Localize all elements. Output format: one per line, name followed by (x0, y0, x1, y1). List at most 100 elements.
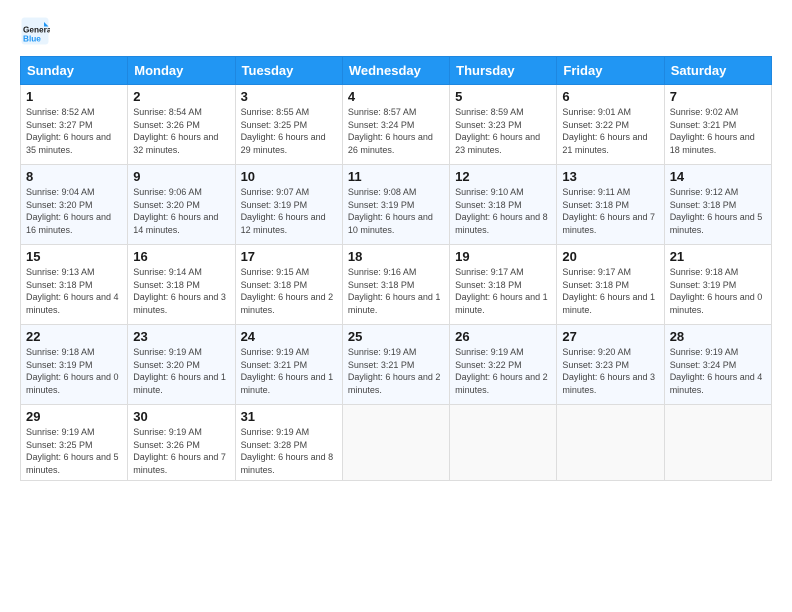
day-number: 3 (241, 89, 337, 104)
day-number: 9 (133, 169, 229, 184)
day-info: Sunrise: 9:19 AMSunset: 3:25 PMDaylight:… (26, 427, 119, 475)
day-number: 29 (26, 409, 122, 424)
day-info: Sunrise: 9:14 AMSunset: 3:18 PMDaylight:… (133, 267, 226, 315)
calendar-cell: 14 Sunrise: 9:12 AMSunset: 3:18 PMDaylig… (664, 165, 771, 245)
day-info: Sunrise: 9:13 AMSunset: 3:18 PMDaylight:… (26, 267, 119, 315)
header: General Blue (20, 16, 772, 46)
day-info: Sunrise: 9:19 AMSunset: 3:26 PMDaylight:… (133, 427, 226, 475)
day-number: 10 (241, 169, 337, 184)
calendar-week-row: 15 Sunrise: 9:13 AMSunset: 3:18 PMDaylig… (21, 245, 772, 325)
calendar-week-row: 8 Sunrise: 9:04 AMSunset: 3:20 PMDayligh… (21, 165, 772, 245)
day-info: Sunrise: 8:57 AMSunset: 3:24 PMDaylight:… (348, 107, 433, 155)
calendar-header-sunday: Sunday (21, 57, 128, 85)
calendar-cell: 30 Sunrise: 9:19 AMSunset: 3:26 PMDaylig… (128, 405, 235, 481)
day-info: Sunrise: 9:19 AMSunset: 3:24 PMDaylight:… (670, 347, 763, 395)
day-number: 20 (562, 249, 658, 264)
day-info: Sunrise: 9:15 AMSunset: 3:18 PMDaylight:… (241, 267, 334, 315)
calendar-cell: 31 Sunrise: 9:19 AMSunset: 3:28 PMDaylig… (235, 405, 342, 481)
day-number: 22 (26, 329, 122, 344)
day-number: 31 (241, 409, 337, 424)
day-info: Sunrise: 9:19 AMSunset: 3:21 PMDaylight:… (241, 347, 334, 395)
day-number: 26 (455, 329, 551, 344)
day-info: Sunrise: 9:16 AMSunset: 3:18 PMDaylight:… (348, 267, 441, 315)
day-info: Sunrise: 9:02 AMSunset: 3:21 PMDaylight:… (670, 107, 755, 155)
calendar-header-saturday: Saturday (664, 57, 771, 85)
calendar-cell: 9 Sunrise: 9:06 AMSunset: 3:20 PMDayligh… (128, 165, 235, 245)
calendar-cell: 15 Sunrise: 9:13 AMSunset: 3:18 PMDaylig… (21, 245, 128, 325)
calendar-cell: 5 Sunrise: 8:59 AMSunset: 3:23 PMDayligh… (450, 85, 557, 165)
day-info: Sunrise: 9:19 AMSunset: 3:28 PMDaylight:… (241, 427, 334, 475)
logo-icon: General Blue (20, 16, 50, 46)
day-info: Sunrise: 9:19 AMSunset: 3:20 PMDaylight:… (133, 347, 226, 395)
day-number: 21 (670, 249, 766, 264)
day-info: Sunrise: 8:55 AMSunset: 3:25 PMDaylight:… (241, 107, 326, 155)
calendar-cell (450, 405, 557, 481)
calendar-cell: 25 Sunrise: 9:19 AMSunset: 3:21 PMDaylig… (342, 325, 449, 405)
calendar-cell: 18 Sunrise: 9:16 AMSunset: 3:18 PMDaylig… (342, 245, 449, 325)
day-number: 19 (455, 249, 551, 264)
day-number: 17 (241, 249, 337, 264)
day-number: 7 (670, 89, 766, 104)
day-info: Sunrise: 9:11 AMSunset: 3:18 PMDaylight:… (562, 187, 655, 235)
calendar-cell: 13 Sunrise: 9:11 AMSunset: 3:18 PMDaylig… (557, 165, 664, 245)
day-info: Sunrise: 9:08 AMSunset: 3:19 PMDaylight:… (348, 187, 433, 235)
svg-text:General: General (23, 26, 50, 35)
calendar-cell: 28 Sunrise: 9:19 AMSunset: 3:24 PMDaylig… (664, 325, 771, 405)
calendar-header-monday: Monday (128, 57, 235, 85)
svg-text:Blue: Blue (23, 35, 41, 44)
calendar-cell (664, 405, 771, 481)
day-number: 23 (133, 329, 229, 344)
day-number: 28 (670, 329, 766, 344)
day-number: 4 (348, 89, 444, 104)
day-number: 11 (348, 169, 444, 184)
calendar-week-row: 22 Sunrise: 9:18 AMSunset: 3:19 PMDaylig… (21, 325, 772, 405)
page: General Blue SundayMondayTuesdayWednesda… (0, 0, 792, 612)
day-info: Sunrise: 9:19 AMSunset: 3:22 PMDaylight:… (455, 347, 548, 395)
day-info: Sunrise: 9:18 AMSunset: 3:19 PMDaylight:… (26, 347, 119, 395)
day-info: Sunrise: 9:17 AMSunset: 3:18 PMDaylight:… (562, 267, 655, 315)
calendar-cell: 24 Sunrise: 9:19 AMSunset: 3:21 PMDaylig… (235, 325, 342, 405)
day-number: 14 (670, 169, 766, 184)
calendar-cell: 19 Sunrise: 9:17 AMSunset: 3:18 PMDaylig… (450, 245, 557, 325)
day-info: Sunrise: 9:10 AMSunset: 3:18 PMDaylight:… (455, 187, 548, 235)
day-info: Sunrise: 9:07 AMSunset: 3:19 PMDaylight:… (241, 187, 326, 235)
calendar-cell: 4 Sunrise: 8:57 AMSunset: 3:24 PMDayligh… (342, 85, 449, 165)
calendar-header-thursday: Thursday (450, 57, 557, 85)
day-number: 8 (26, 169, 122, 184)
day-number: 12 (455, 169, 551, 184)
calendar-cell: 16 Sunrise: 9:14 AMSunset: 3:18 PMDaylig… (128, 245, 235, 325)
calendar-cell: 22 Sunrise: 9:18 AMSunset: 3:19 PMDaylig… (21, 325, 128, 405)
logo: General Blue (20, 16, 54, 46)
day-info: Sunrise: 9:01 AMSunset: 3:22 PMDaylight:… (562, 107, 647, 155)
day-info: Sunrise: 9:19 AMSunset: 3:21 PMDaylight:… (348, 347, 441, 395)
day-number: 25 (348, 329, 444, 344)
calendar-header-tuesday: Tuesday (235, 57, 342, 85)
day-number: 15 (26, 249, 122, 264)
calendar-cell: 17 Sunrise: 9:15 AMSunset: 3:18 PMDaylig… (235, 245, 342, 325)
calendar-cell: 3 Sunrise: 8:55 AMSunset: 3:25 PMDayligh… (235, 85, 342, 165)
calendar-cell: 8 Sunrise: 9:04 AMSunset: 3:20 PMDayligh… (21, 165, 128, 245)
day-number: 13 (562, 169, 658, 184)
calendar-cell: 20 Sunrise: 9:17 AMSunset: 3:18 PMDaylig… (557, 245, 664, 325)
day-number: 18 (348, 249, 444, 264)
calendar-cell: 2 Sunrise: 8:54 AMSunset: 3:26 PMDayligh… (128, 85, 235, 165)
calendar-cell: 21 Sunrise: 9:18 AMSunset: 3:19 PMDaylig… (664, 245, 771, 325)
calendar-cell: 6 Sunrise: 9:01 AMSunset: 3:22 PMDayligh… (557, 85, 664, 165)
calendar-header-friday: Friday (557, 57, 664, 85)
calendar-cell: 27 Sunrise: 9:20 AMSunset: 3:23 PMDaylig… (557, 325, 664, 405)
calendar-week-row: 1 Sunrise: 8:52 AMSunset: 3:27 PMDayligh… (21, 85, 772, 165)
calendar: SundayMondayTuesdayWednesdayThursdayFrid… (20, 56, 772, 481)
calendar-cell: 23 Sunrise: 9:19 AMSunset: 3:20 PMDaylig… (128, 325, 235, 405)
day-info: Sunrise: 9:12 AMSunset: 3:18 PMDaylight:… (670, 187, 763, 235)
day-number: 6 (562, 89, 658, 104)
day-number: 16 (133, 249, 229, 264)
calendar-cell: 29 Sunrise: 9:19 AMSunset: 3:25 PMDaylig… (21, 405, 128, 481)
calendar-cell: 10 Sunrise: 9:07 AMSunset: 3:19 PMDaylig… (235, 165, 342, 245)
day-number: 2 (133, 89, 229, 104)
day-info: Sunrise: 9:06 AMSunset: 3:20 PMDaylight:… (133, 187, 218, 235)
day-info: Sunrise: 8:52 AMSunset: 3:27 PMDaylight:… (26, 107, 111, 155)
day-number: 5 (455, 89, 551, 104)
day-number: 24 (241, 329, 337, 344)
calendar-week-row: 29 Sunrise: 9:19 AMSunset: 3:25 PMDaylig… (21, 405, 772, 481)
calendar-cell: 26 Sunrise: 9:19 AMSunset: 3:22 PMDaylig… (450, 325, 557, 405)
